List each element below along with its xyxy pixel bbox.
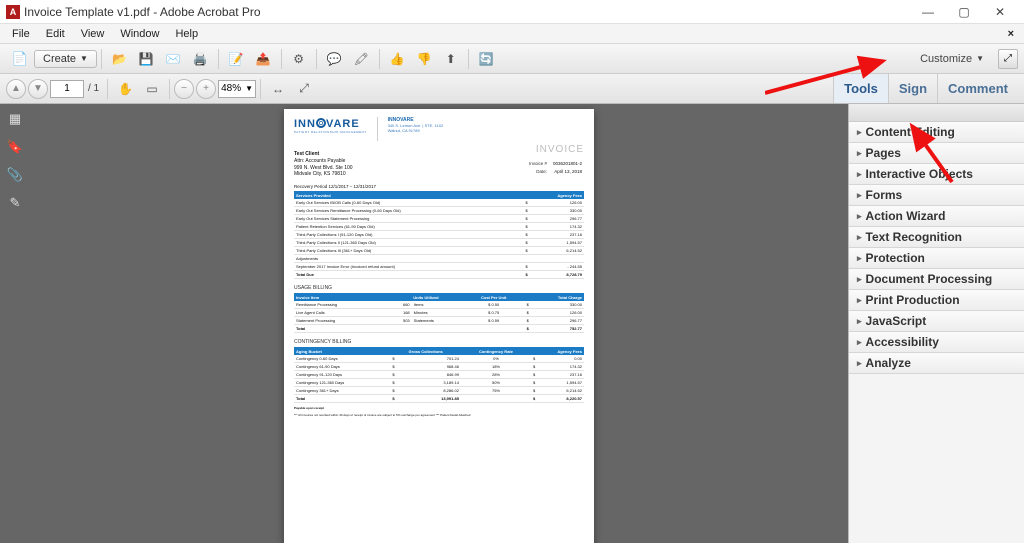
panel-pages[interactable]: ▸Pages bbox=[849, 143, 1024, 164]
fit-width-icon[interactable]: ↔ bbox=[267, 78, 289, 100]
fit-page-icon[interactable]: ⤢ bbox=[293, 78, 315, 100]
thumbnails-icon[interactable]: ▦ bbox=[6, 110, 24, 128]
panel-document-processing[interactable]: ▸Document Processing bbox=[849, 269, 1024, 290]
page-number-input[interactable] bbox=[50, 80, 84, 98]
panel-analyze[interactable]: ▸Analyze bbox=[849, 353, 1024, 374]
export-icon[interactable]: 📤 bbox=[252, 48, 275, 70]
document-viewport[interactable]: INNVARE PATIENT RELATIONSHIP MANAGEMENT … bbox=[30, 104, 848, 543]
chevron-right-icon: ▸ bbox=[857, 190, 862, 201]
contingency-table: Aging BucketGross CollectionsContingency… bbox=[294, 347, 584, 403]
chevron-right-icon: ▸ bbox=[857, 169, 862, 180]
payable-note: Payable upon receipt bbox=[294, 407, 584, 411]
attachments-icon[interactable]: 📎 bbox=[6, 166, 24, 184]
select-tool-icon[interactable]: ▭ bbox=[141, 78, 163, 100]
signatures-icon[interactable]: ✎ bbox=[6, 194, 24, 212]
usage-title: USAGE BILLING bbox=[294, 285, 584, 291]
customize-button[interactable]: Customize▼ bbox=[912, 51, 992, 67]
page-prev-button[interactable]: ▲ bbox=[6, 79, 26, 99]
convert-pdf-icon[interactable]: 🔄 bbox=[475, 48, 498, 70]
chevron-right-icon: ▸ bbox=[857, 232, 862, 243]
minimize-button[interactable]: — bbox=[910, 1, 946, 23]
zoom-in-button[interactable]: + bbox=[196, 79, 216, 99]
chevron-right-icon: ▸ bbox=[857, 358, 862, 369]
panel-text-recognition[interactable]: ▸Text Recognition bbox=[849, 227, 1024, 248]
thumb-down-icon[interactable]: 👎 bbox=[413, 48, 436, 70]
highlight-icon[interactable]: 🖍 bbox=[350, 48, 373, 70]
acrobat-icon: A bbox=[6, 5, 20, 19]
recovery-period: Recovery Period 12/1/2017 – 12/31/2017 bbox=[294, 184, 584, 189]
chevron-right-icon: ▸ bbox=[857, 316, 862, 327]
panel-protection[interactable]: ▸Protection bbox=[849, 248, 1024, 269]
titlebar: A Invoice Template v1.pdf - Adobe Acroba… bbox=[0, 0, 1024, 24]
panel-accessibility[interactable]: ▸Accessibility bbox=[849, 332, 1024, 353]
mail-icon[interactable]: ✉️ bbox=[162, 48, 185, 70]
window-title: Invoice Template v1.pdf - Adobe Acrobat … bbox=[24, 5, 910, 19]
print-icon[interactable]: 🖨️ bbox=[189, 48, 212, 70]
zoom-select[interactable]: 48%▼ bbox=[218, 80, 256, 98]
chevron-right-icon: ▸ bbox=[857, 127, 862, 138]
panel-print-production[interactable]: ▸Print Production bbox=[849, 290, 1024, 311]
chevron-right-icon: ▸ bbox=[857, 211, 862, 222]
hand-tool-icon[interactable]: ✋ bbox=[114, 78, 137, 100]
services-table: Services ProvidedAgency Fees Early Out S… bbox=[294, 191, 584, 279]
maximize-button[interactable]: ▢ bbox=[946, 1, 982, 23]
zoom-out-button[interactable]: − bbox=[174, 79, 194, 99]
menu-edit[interactable]: Edit bbox=[38, 26, 73, 42]
save-icon[interactable]: 💾 bbox=[135, 48, 158, 70]
menubar-close-icon[interactable]: × bbox=[1002, 28, 1020, 40]
tab-sign[interactable]: Sign bbox=[888, 74, 937, 103]
tab-tools[interactable]: Tools bbox=[833, 74, 888, 103]
tools-panel-header bbox=[849, 104, 1024, 122]
navigation-pane: ▦ 🔖 📎 ✎ bbox=[0, 104, 30, 543]
panel-forms[interactable]: ▸Forms bbox=[849, 185, 1024, 206]
menu-file[interactable]: File bbox=[4, 26, 38, 42]
menu-window[interactable]: Window bbox=[112, 26, 167, 42]
menu-view[interactable]: View bbox=[73, 26, 113, 42]
expand-toolbar-icon[interactable]: ⤢ bbox=[998, 49, 1018, 69]
close-button[interactable]: ✕ bbox=[982, 1, 1018, 23]
open-icon[interactable]: 📂 bbox=[108, 48, 131, 70]
company-addr2: Walnut, CA 91789 bbox=[388, 128, 444, 133]
thumb-up-icon[interactable]: 👍 bbox=[386, 48, 409, 70]
chevron-right-icon: ▸ bbox=[857, 274, 862, 285]
toolbar-secondary: ▲ ▼ / 1 ✋ ▭ − + 48%▼ ↔ ⤢ Tools Sign Comm… bbox=[0, 74, 1024, 104]
panel-javascript[interactable]: ▸JavaScript bbox=[849, 311, 1024, 332]
bookmarks-icon[interactable]: 🔖 bbox=[6, 138, 24, 156]
gear-icon[interactable]: ⚙ bbox=[288, 48, 310, 70]
tools-panel: ▸Content Editing ▸Pages ▸Interactive Obj… bbox=[848, 104, 1024, 543]
tab-comment[interactable]: Comment bbox=[937, 74, 1018, 103]
invoice-title: INVOICE bbox=[536, 144, 584, 155]
logo-tagline: PATIENT RELATIONSHIP MANAGEMENT bbox=[294, 130, 367, 134]
panel-interactive-objects[interactable]: ▸Interactive Objects bbox=[849, 164, 1024, 185]
invoice-meta: Invoice #0036201801-2 Date:April 13, 201… bbox=[527, 159, 584, 178]
chevron-right-icon: ▸ bbox=[857, 337, 862, 348]
usage-table: Invoice ItemUnits UtilizedCost Per UnitT… bbox=[294, 293, 584, 333]
menubar: File Edit View Window Help × bbox=[0, 24, 1024, 44]
create-pdf-icon[interactable]: 📄 bbox=[8, 48, 32, 70]
contingency-title: CONTINGENCY BILLING bbox=[294, 339, 584, 345]
panel-action-wizard[interactable]: ▸Action Wizard bbox=[849, 206, 1024, 227]
upload-icon[interactable]: ⬆ bbox=[440, 48, 462, 70]
create-button[interactable]: Create▼ bbox=[34, 50, 97, 68]
sticky-note-icon[interactable]: 💬 bbox=[323, 48, 346, 70]
disclaimer-note: *** All invoices not remitted within 30 … bbox=[294, 414, 584, 418]
page-total-label: / 1 bbox=[84, 83, 103, 94]
chevron-right-icon: ▸ bbox=[857, 295, 862, 306]
chevron-right-icon: ▸ bbox=[857, 148, 862, 159]
menu-help[interactable]: Help bbox=[167, 26, 206, 42]
logo: INNVARE bbox=[294, 117, 367, 130]
panel-content-editing[interactable]: ▸Content Editing bbox=[849, 122, 1024, 143]
pdf-page: INNVARE PATIENT RELATIONSHIP MANAGEMENT … bbox=[284, 109, 594, 543]
chevron-right-icon: ▸ bbox=[857, 253, 862, 264]
page-next-button[interactable]: ▼ bbox=[28, 79, 48, 99]
edit-doc-icon[interactable]: 📝 bbox=[225, 48, 248, 70]
toolbar-primary: 📄 Create▼ 📂 💾 ✉️ 🖨️ 📝 📤 ⚙ 💬 🖍 👍 👎 ⬆ 🔄 Cu… bbox=[0, 44, 1024, 74]
